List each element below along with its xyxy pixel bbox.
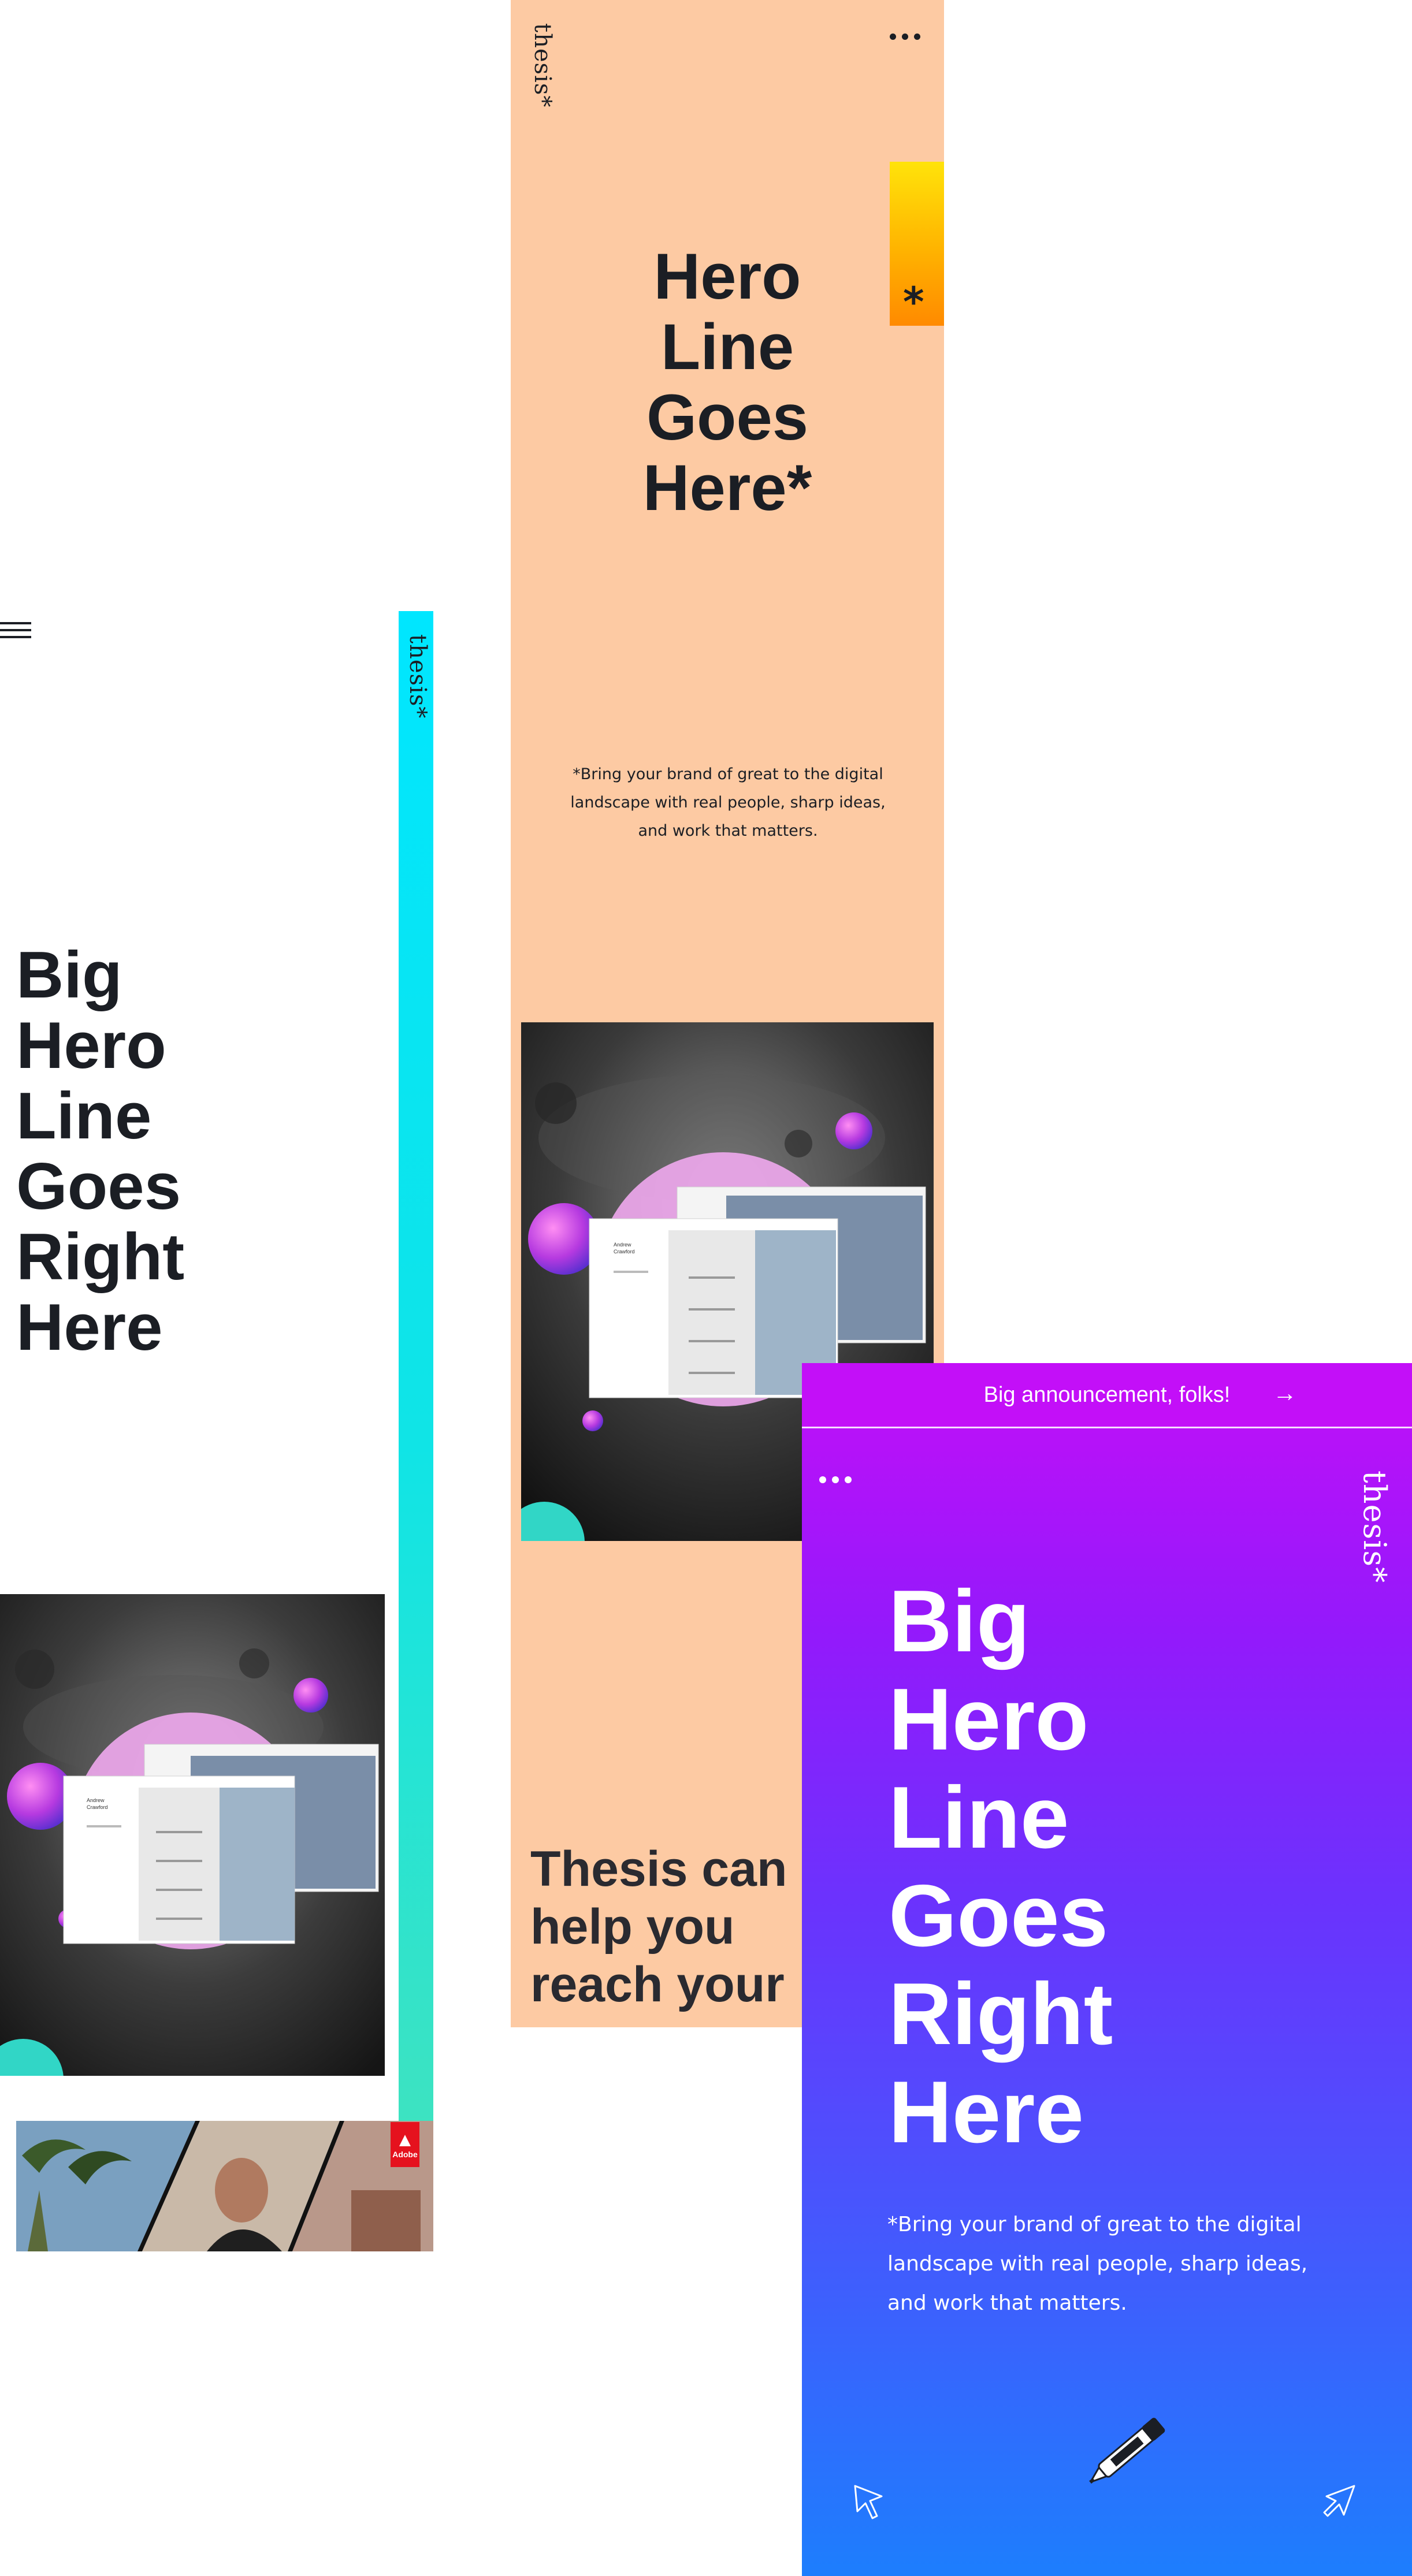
announcement-text: Big announcement, folks! [983, 1382, 1231, 1407]
cursor-arrow-icon [854, 2485, 883, 2519]
thesis-logo[interactable]: thesis* [404, 634, 431, 719]
announcement-bar[interactable]: Big announcement, folks! → [802, 1363, 1412, 1428]
center-subtitle: *Bring your brand of great to the digita… [570, 765, 886, 840]
right-hero-title: Big Hero Line Goes Right Here [889, 1572, 1113, 2161]
marker-pen-icon [1089, 2418, 1165, 2484]
svg-text:Andrew: Andrew [87, 1797, 105, 1803]
cyan-sidebar-bar [399, 611, 433, 2124]
adobe-logo-icon: ▲ Adobe [391, 2122, 419, 2167]
left-hero-title: Big Hero Line Goes Right Here [16, 939, 185, 1364]
svg-text:Crawford: Crawford [614, 1249, 635, 1255]
svg-text:Andrew: Andrew [614, 1242, 631, 1248]
left-app-preview-image: Andrew Crawford [0, 1594, 385, 2076]
right-subtitle: *Bring your brand of great to the digita… [887, 2213, 1308, 2315]
thesis-logo[interactable]: thesis* [1357, 1471, 1393, 1583]
more-dots-icon[interactable] [819, 1476, 857, 1484]
more-dots-icon[interactable] [890, 33, 921, 42]
thesis-logo[interactable]: thesis* [529, 23, 556, 107]
svg-text:Crawford: Crawford [87, 1804, 108, 1810]
hamburger-icon[interactable] [0, 622, 31, 639]
cursor-arrow-icon [1323, 2485, 1355, 2517]
center-hero-title: Hero Line Goes Here* [642, 240, 812, 524]
photo-collage-strip [16, 2121, 433, 2251]
arrow-right-icon[interactable]: → [1273, 1379, 1297, 1407]
